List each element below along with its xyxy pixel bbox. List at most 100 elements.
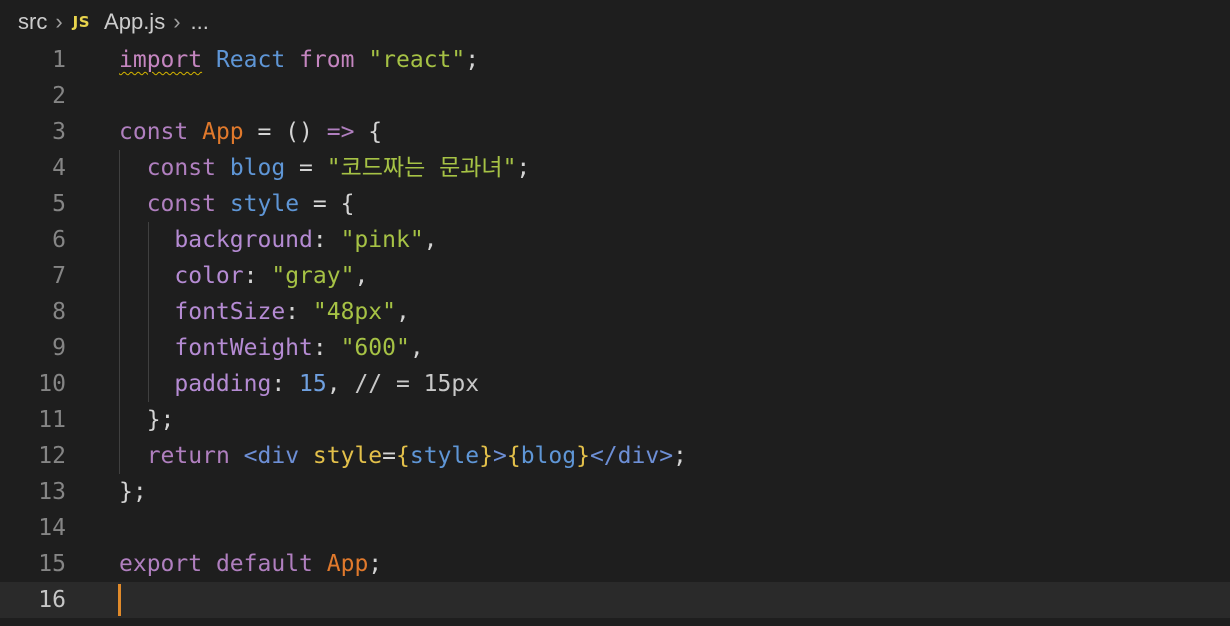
code-token: ; bbox=[368, 551, 383, 577]
code-token: } bbox=[479, 443, 493, 469]
code-editor[interactable]: 1 import React from "react"; 2 3 const App =… bbox=[0, 42, 1230, 618]
code-token: : bbox=[312, 335, 341, 361]
code-text: background: "pink", bbox=[119, 222, 437, 258]
code-line[interactable]: 4 const blog = "코드짜는 문과녀"; bbox=[0, 150, 1230, 186]
code-line[interactable]: 14 bbox=[0, 510, 1230, 546]
code-token: const bbox=[119, 119, 189, 145]
breadcrumb: src › JS App.js › ... bbox=[0, 0, 1230, 44]
code-line[interactable]: 1 import React from "react"; bbox=[0, 42, 1230, 78]
code-token: fontWeight bbox=[174, 335, 313, 361]
code-token: style bbox=[229, 191, 300, 217]
line-number: 9 bbox=[52, 335, 66, 361]
code-token: "gray" bbox=[271, 263, 355, 289]
code-line[interactable]: 13}; bbox=[0, 474, 1230, 510]
code-token: , bbox=[409, 335, 424, 361]
code-text: const blog = "코드짜는 문과녀"; bbox=[119, 150, 531, 186]
code-token: </div> bbox=[589, 443, 674, 469]
code-token: "pink" bbox=[340, 227, 424, 253]
code-token: React bbox=[215, 47, 286, 73]
code-token: ; bbox=[465, 47, 480, 73]
code-text: }; bbox=[119, 474, 147, 510]
code-line[interactable]: 12 return <div style={style}>{blog}</div… bbox=[0, 438, 1230, 474]
breadcrumb-more[interactable]: ... bbox=[191, 9, 209, 35]
code-token: }; bbox=[119, 407, 175, 433]
code-line[interactable]: 15 export default App; bbox=[0, 546, 1230, 582]
code-token: "600" bbox=[340, 335, 410, 361]
code-token: = () bbox=[243, 119, 327, 145]
code-text: return <div style={style}>{blog}</div>; bbox=[119, 438, 687, 474]
code-token: ; bbox=[673, 443, 687, 469]
breadcrumb-folder-src[interactable]: src bbox=[18, 9, 47, 35]
code-line[interactable]: 9 fontWeight: "600", bbox=[0, 330, 1230, 366]
line-number: 14 bbox=[38, 515, 66, 541]
line-number: 2 bbox=[52, 83, 66, 109]
code-token: App bbox=[326, 551, 369, 577]
code-token: "48px" bbox=[312, 299, 396, 325]
code-token: App bbox=[202, 119, 244, 145]
javascript-file-icon: JS bbox=[72, 13, 91, 31]
code-text: const App = () => { bbox=[119, 114, 382, 150]
code-token: , bbox=[354, 263, 369, 289]
code-token: <div bbox=[243, 443, 300, 469]
code-line[interactable]: 11 }; bbox=[0, 402, 1230, 438]
code-text: export default App; bbox=[119, 546, 382, 582]
code-token: 15 bbox=[299, 371, 327, 397]
code-token: import bbox=[119, 47, 203, 73]
code-line[interactable]: 2 bbox=[0, 78, 1230, 114]
code-token: background bbox=[174, 227, 313, 253]
chevron-right-icon: › bbox=[173, 9, 181, 34]
code-token: : bbox=[312, 227, 341, 253]
line-number: 5 bbox=[52, 191, 66, 217]
code-token: : bbox=[271, 371, 300, 397]
line-number: 16 bbox=[38, 587, 66, 613]
code-token: => bbox=[326, 119, 355, 145]
code-text: }; bbox=[119, 402, 175, 438]
line-number: 4 bbox=[52, 155, 66, 181]
code-text: color: "gray", bbox=[119, 258, 368, 294]
line-number: 15 bbox=[38, 551, 66, 577]
text-cursor bbox=[118, 584, 121, 616]
breadcrumb-file-app-js[interactable]: App.js bbox=[104, 9, 165, 35]
code-line[interactable]: 6 background: "pink", bbox=[0, 222, 1230, 258]
code-token: = { bbox=[299, 191, 355, 217]
code-token: { bbox=[354, 119, 383, 145]
code-line[interactable]: 7 color: "gray", bbox=[0, 258, 1230, 294]
code-token: } bbox=[576, 443, 590, 469]
code-token: = bbox=[285, 155, 327, 181]
code-token: const bbox=[146, 191, 216, 217]
code-token: export bbox=[119, 551, 203, 577]
code-line[interactable]: 3 const App = () => { bbox=[0, 114, 1230, 150]
code-text: padding: 15, // = 15px bbox=[119, 366, 479, 402]
code-token: // = 15px bbox=[354, 371, 480, 397]
code-line[interactable]: 10 padding: 15, // = 15px bbox=[0, 366, 1230, 402]
line-number: 13 bbox=[38, 479, 66, 505]
line-number: 7 bbox=[52, 263, 66, 289]
code-token: blog bbox=[520, 443, 577, 469]
code-token: const bbox=[146, 155, 216, 181]
code-token: : bbox=[285, 299, 313, 325]
code-token: : bbox=[243, 263, 272, 289]
code-line[interactable]: 5 const style = { bbox=[0, 186, 1230, 222]
code-token: { bbox=[506, 443, 521, 469]
code-token: ; bbox=[516, 155, 531, 181]
code-line[interactable]: 16 bbox=[0, 582, 1230, 618]
code-token: = bbox=[382, 443, 397, 469]
code-text: fontWeight: "600", bbox=[119, 330, 424, 366]
code-text: const style = { bbox=[119, 186, 355, 222]
code-line[interactable]: 8 fontSize: "48px", bbox=[0, 294, 1230, 330]
